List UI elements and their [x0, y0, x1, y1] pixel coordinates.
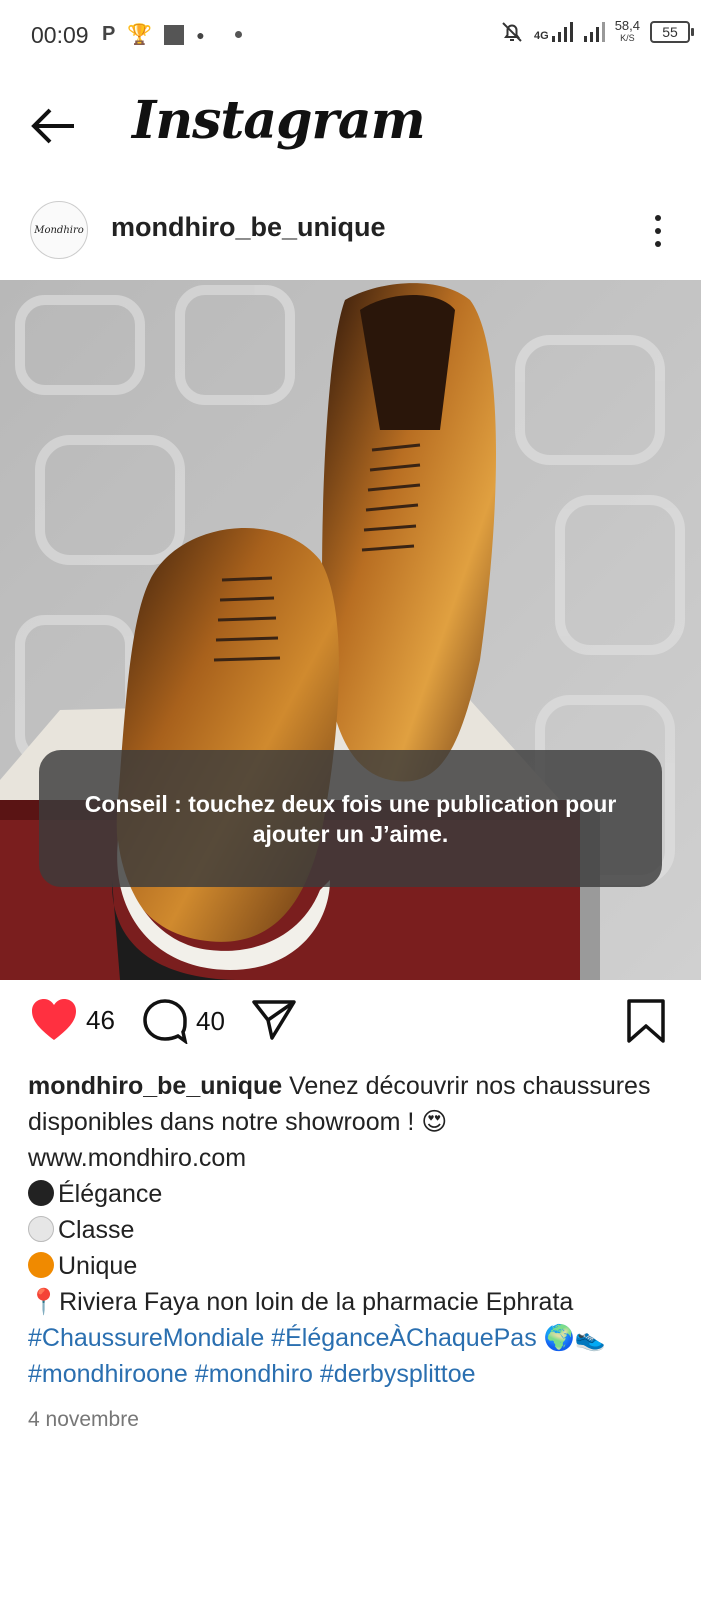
bookmark-icon[interactable]	[626, 998, 666, 1044]
caption-website: www.mondhiro.com	[28, 1144, 247, 1172]
unique-text: Unique	[58, 1252, 138, 1280]
hashtag-chaussuremondiale[interactable]: #ChaussureMondiale	[28, 1324, 264, 1352]
like-count[interactable]: 46	[86, 1005, 115, 1036]
hashtag-derbysplittoe[interactable]: #derbysplittoe	[320, 1360, 476, 1388]
classe-text: Classe	[58, 1216, 135, 1244]
network-type: 4G	[534, 30, 549, 42]
app-square-icon	[164, 24, 185, 45]
speed-unit: K/S	[620, 33, 635, 43]
more-dot-icon	[655, 215, 661, 221]
post-username[interactable]: mondhiro_be_unique	[111, 212, 386, 243]
hashtag-mondhiroone[interactable]: #mondhiroone	[28, 1360, 188, 1388]
app-header: Instagram	[0, 72, 720, 182]
caption-hashtags-2: #mondhiroone #mondhiro #derbysplittoe	[28, 1356, 678, 1392]
comment-action: 40	[142, 998, 225, 1044]
speed-value: 58,4	[614, 18, 640, 33]
back-button[interactable]	[28, 102, 80, 150]
elegance-text: Élégance	[58, 1180, 163, 1208]
comment-icon[interactable]	[142, 998, 188, 1044]
avatar[interactable]: Mondhiro	[30, 201, 88, 259]
more-notifications-dot-icon	[234, 31, 242, 38]
black-circle-icon	[28, 1180, 54, 1206]
globe-shoe-emoji: 🌍👟	[543, 1324, 606, 1352]
like-action: 46	[30, 998, 115, 1042]
double-tap-tip-toast: Conseil : touchez deux fois une publicat…	[39, 750, 662, 887]
signal-icon-2	[583, 22, 605, 42]
more-dot-icon	[655, 228, 661, 234]
parking-icon: P	[102, 23, 116, 45]
caption-hashtags-1: #ChaussureMondiale #ÉléganceÀChaquePas 🌍…	[28, 1320, 678, 1356]
caption-line-unique: Unique	[28, 1248, 678, 1284]
heart-icon[interactable]	[30, 998, 78, 1042]
comment-count[interactable]: 40	[196, 1006, 225, 1037]
back-arrow-icon	[31, 108, 74, 144]
send-icon[interactable]	[252, 998, 296, 1042]
post-date: 4 novembre	[28, 1408, 139, 1431]
bag-icon: ●	[196, 26, 205, 43]
post-caption: mondhiro_be_unique Venez découvrir nos c…	[28, 1068, 678, 1392]
signal-icon	[551, 22, 573, 42]
status-right-icons: 4G 58,4 K/S 55	[500, 18, 694, 44]
trophy-icon: 🏆	[127, 24, 153, 46]
hashtag-mondhiro[interactable]: #mondhiro	[195, 1360, 313, 1388]
caption-username[interactable]: mondhiro_be_unique	[28, 1072, 282, 1100]
more-dot-icon	[655, 241, 661, 247]
save-action	[626, 998, 666, 1044]
instagram-logo: Instagram	[132, 90, 426, 151]
caption-line-elegance: Élégance	[28, 1176, 678, 1212]
more-options-button[interactable]	[640, 206, 676, 256]
caption-location: 📍Riviera Faya non loin de la pharmacie E…	[28, 1288, 574, 1316]
status-bar: 00:09 P 🏆 ● 4G 58,4 K/S 55	[0, 0, 720, 72]
status-time: 00:09	[31, 22, 89, 48]
caption-line-classe: Classe	[28, 1212, 678, 1248]
notification-icons: P 🏆 ●	[102, 22, 242, 47]
battery-icon: 55	[650, 21, 694, 43]
post-header: Mondhiro mondhiro_be_unique	[0, 196, 720, 266]
share-action	[252, 998, 296, 1042]
network-speed: 58,4 K/S	[614, 18, 640, 44]
mute-bell-icon	[502, 22, 522, 42]
post-actions: 46 40	[0, 998, 720, 1058]
avatar-logo-text: Mondhiro	[34, 224, 84, 236]
white-circle-icon	[28, 1216, 54, 1242]
orange-circle-icon	[28, 1252, 54, 1278]
hashtag-elegance[interactable]: #ÉléganceÀChaquePas	[271, 1324, 536, 1352]
